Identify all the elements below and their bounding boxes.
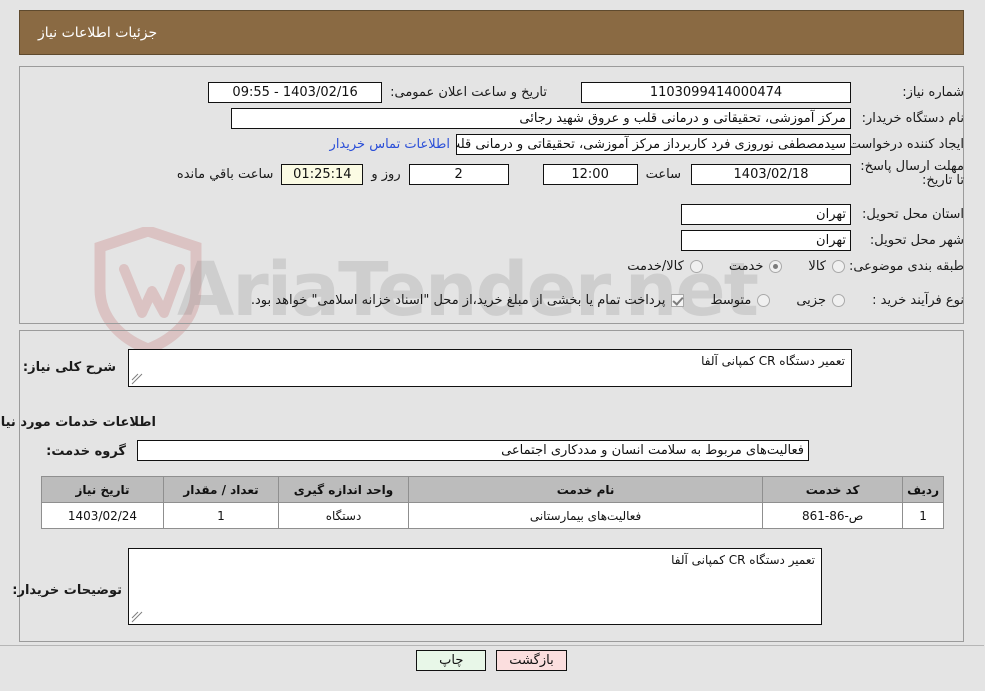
buyer-notes-textarea[interactable]: تعمیر دستگاه CR کمپانی آلفا (129, 548, 823, 625)
delivery-province-field[interactable]: تهران (682, 204, 852, 225)
radio-label-kala: کالا (809, 259, 827, 274)
col-index: ردیف (903, 476, 945, 503)
radio-label-khedmat: خدمت (729, 259, 765, 274)
page-title: جزئیات اطلاعات نیاز (39, 24, 159, 41)
footer-button-bar: بازگشت چاپ (0, 650, 985, 671)
cell-quantity: 1 (164, 502, 280, 529)
general-desc-textarea[interactable]: تعمیر دستگاه CR کمپانی آلفا (129, 349, 853, 387)
deadline-remaining-label: ساعت باقي مانده (177, 166, 275, 182)
service-group-field[interactable]: فعالیت‌های مربوط به سلامت انسان و مددکار… (138, 440, 810, 461)
col-need-date: تاریخ نیاز (42, 476, 165, 503)
services-heading: اطلاعات خدمات مورد نیاز (0, 415, 157, 430)
row-delivery-province: استان محل تحویل: تهران (682, 204, 965, 225)
resize-handle-icon[interactable] (132, 611, 144, 623)
radio-icon-motevaset[interactable] (758, 294, 772, 307)
row-subject-class: طبقه بندی موضوعی: کالا خدمت کالا/خدمت (602, 259, 965, 274)
checkbox-option-treasury[interactable]: پرداخت تمام یا بخشی از مبلغ خرید،از محل … (252, 293, 686, 308)
buyer-notes-value: تعمیر دستگاه CR کمپانی آلفا (672, 553, 816, 567)
service-group-label: گروه خدمت: (47, 444, 127, 459)
request-creator-field[interactable]: سیدمصطفی نوروزی فرد کاربرداز مرکز آموزشی… (457, 134, 852, 155)
service-items-table: ردیف کد خدمت نام خدمت واحد اندازه گیری ت… (42, 476, 945, 529)
row-deadline: مهلت ارسال پاسخ: تا تاریخ: 1403/02/18 سا… (178, 160, 965, 188)
deadline-countdown-timer: 01:25:14 (282, 163, 365, 185)
buyer-org-label: نام دستگاه خریدار: (862, 111, 965, 126)
purchase-process-label: نوع فرآیند خرید : (873, 293, 965, 308)
radio-option-jozii[interactable]: جزیی (797, 293, 846, 308)
col-quantity: تعداد / مقدار (164, 476, 280, 503)
row-purchase-process: نوع فرآیند خرید : جزیی متوسط پرداخت تمام… (252, 293, 965, 308)
page-root: AriaTender.net جزئیات اطلاعات نیاز شماره… (0, 0, 985, 691)
radio-label-jozii: جزیی (797, 293, 827, 308)
checkbox-icon-treasury[interactable] (672, 294, 686, 307)
row-request-creator: ایجاد کننده درخواست: سیدمصطفی نوروزی فرد… (331, 134, 965, 155)
radio-label-kala-khedmat: کالا/خدمت (628, 259, 685, 274)
row-need-number: شماره نیاز: 1103099414000474 تاریخ و ساع… (209, 82, 965, 103)
service-items-table-wrap: ردیف کد خدمت نام خدمت واحد اندازه گیری ت… (42, 476, 945, 529)
need-number-label: شماره نیاز: (903, 85, 965, 100)
table-header-row: ردیف کد خدمت نام خدمت واحد اندازه گیری ت… (42, 476, 945, 503)
back-button[interactable]: بازگشت (497, 650, 568, 671)
cell-need-date: 1403/02/24 (42, 502, 165, 529)
radio-option-motevaset[interactable]: متوسط (711, 293, 772, 308)
general-desc-wrap: تعمیر دستگاه CR کمپانی آلفا (129, 349, 853, 387)
print-button[interactable]: چاپ (417, 650, 488, 671)
col-unit: واحد اندازه گیری (279, 476, 410, 503)
col-service-code: کد خدمت (763, 476, 905, 503)
delivery-city-field[interactable]: تهران (682, 230, 852, 251)
table-row: 1 ص-86-861 فعالیت‌های بیمارستانی دستگاه … (42, 502, 945, 529)
deadline-label: مهلت ارسال پاسخ: تا تاریخ: (861, 159, 965, 188)
deadline-days-field[interactable]: 2 (409, 163, 510, 185)
public-announcement-field[interactable]: 1403/02/16 - 09:55 (209, 82, 384, 103)
purchase-process-radio-group: جزیی متوسط پرداخت تمام یا بخشی از مبلغ خ… (252, 293, 846, 308)
radio-icon-khedmat[interactable] (770, 260, 784, 273)
radio-icon-kala[interactable] (833, 260, 846, 273)
buyer-notes-label: توضیحات خریدار: (13, 583, 123, 598)
radio-icon-kala-khedmat[interactable] (690, 260, 704, 273)
checkbox-label-treasury: پرداخت تمام یا بخشی از مبلغ خرید،از محل … (251, 293, 667, 308)
cell-service-name: فعالیت‌های بیمارستانی (408, 502, 765, 529)
deadline-days-label: روز و (372, 166, 402, 182)
subject-class-label: طبقه بندی موضوعی: (849, 259, 965, 274)
buyer-notes-wrap: تعمیر دستگاه CR کمپانی آلفا (129, 548, 823, 625)
col-service-name: نام خدمت (408, 476, 765, 503)
deadline-time-label: ساعت (646, 166, 682, 182)
buyer-org-field[interactable]: مرکز آموزشی، تحقیقاتی و درمانی قلب و عرو… (232, 108, 852, 129)
general-desc-label: شرح کلی نیاز: (23, 360, 117, 375)
radio-option-khedmat[interactable]: خدمت (730, 259, 784, 274)
radio-icon-jozii[interactable] (833, 294, 846, 307)
general-desc-value: تعمیر دستگاه CR کمپانی آلفا (702, 354, 846, 368)
cell-index: 1 (903, 502, 945, 529)
deadline-time-field[interactable]: 12:00 (543, 163, 639, 185)
subject-class-radio-group: کالا خدمت کالا/خدمت (602, 259, 846, 274)
delivery-province-label: استان محل تحویل: (863, 207, 965, 222)
radio-label-motevaset: متوسط (711, 293, 753, 308)
footer-divider (0, 645, 985, 646)
cell-unit: دستگاه (279, 502, 410, 529)
public-announcement-label: تاریخ و ساعت اعلان عمومی: (391, 85, 548, 100)
row-delivery-city: شهر محل تحویل: تهران (682, 230, 965, 251)
delivery-city-label: شهر محل تحویل: (870, 233, 965, 248)
request-creator-label: ایجاد کننده درخواست: (845, 137, 965, 152)
need-number-field[interactable]: 1103099414000474 (582, 82, 852, 103)
header-bar: جزئیات اطلاعات نیاز (20, 10, 965, 55)
cell-service-code: ص-86-861 (763, 502, 905, 529)
resize-handle-icon[interactable] (132, 373, 144, 385)
deadline-date-field[interactable]: 1403/02/18 (692, 163, 852, 185)
buyer-contact-link[interactable]: اطلاعات تماس خریدار (331, 137, 451, 152)
row-buyer-org: نام دستگاه خریدار: مرکز آموزشی، تحقیقاتی… (232, 108, 965, 129)
need-info-panel (20, 66, 965, 324)
radio-option-kala[interactable]: کالا (809, 259, 846, 274)
radio-option-kala-khedmat[interactable]: کالا/خدمت (628, 259, 704, 274)
